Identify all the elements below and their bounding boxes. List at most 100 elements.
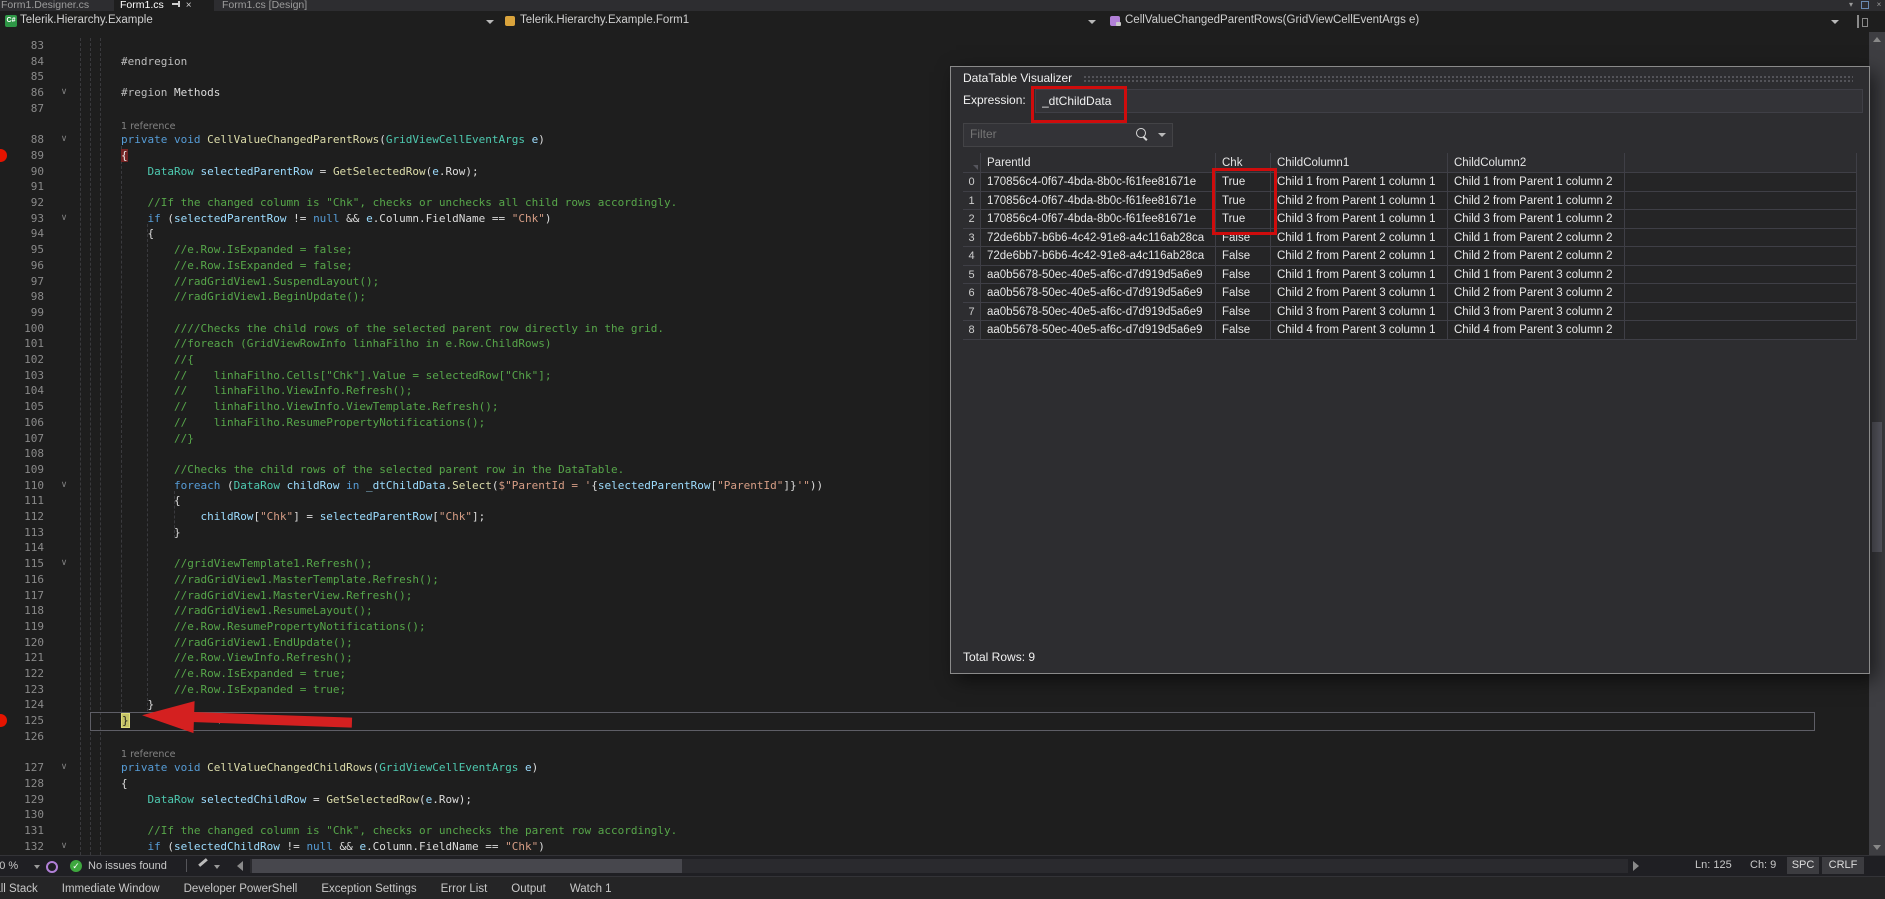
code-line[interactable]: 130 (0, 807, 1869, 823)
panel-tab[interactable]: Error List (441, 883, 488, 895)
grid-row[interactable]: 0170856c4-0f67-4bda-8b0c-f61fee81671eTru… (963, 173, 1857, 192)
panel-tab[interactable]: Exception Settings (321, 883, 416, 895)
grid-header-cell[interactable] (1625, 153, 1857, 173)
grid-cell[interactable] (1625, 210, 1857, 229)
code-health-icon[interactable] (46, 861, 58, 873)
scroll-down-icon[interactable] (1873, 845, 1881, 850)
grid-cell[interactable]: 72de6bb7-b6b6-4c42-91e8-a4c116ab28ca (981, 229, 1216, 248)
grid-header-cell[interactable]: ChildColumn1 (1271, 153, 1448, 173)
grid-cell[interactable]: 7 (963, 303, 981, 322)
grid-row[interactable]: 6aa0b5678-50ec-40e5-af6c-d7d919d5a6e9Fal… (963, 284, 1857, 303)
search-icon[interactable] (1136, 128, 1146, 138)
grid-cell[interactable]: aa0b5678-50ec-40e5-af6c-d7d919d5a6e9 (981, 284, 1216, 303)
code-line[interactable]: 127∨ private void CellValueChangedChildR… (0, 760, 1869, 776)
grid-cell[interactable]: 170856c4-0f67-4bda-8b0c-f61fee81671e (981, 210, 1216, 229)
grid-header-cell[interactable]: ChildColumn2 (1448, 153, 1625, 173)
grid-cell[interactable] (1625, 247, 1857, 266)
grid-cell[interactable]: 8 (963, 321, 981, 340)
grid-cell[interactable]: Child 3 from Parent 3 column 1 (1271, 303, 1448, 322)
grid-cell[interactable]: aa0b5678-50ec-40e5-af6c-d7d919d5a6e9 (981, 321, 1216, 340)
grid-cell[interactable]: Child 1 from Parent 1 column 1 (1271, 173, 1448, 192)
scroll-right-icon[interactable] (1633, 861, 1639, 871)
grid-row[interactable]: 1170856c4-0f67-4bda-8b0c-f61fee81671eTru… (963, 192, 1857, 211)
scrollbar-thumb[interactable] (1872, 422, 1882, 552)
status-line-number[interactable]: Ln: 125 (1695, 859, 1732, 871)
expression-input[interactable] (1035, 89, 1863, 113)
code-line[interactable]: 129 DataRow selectedChildRow = GetSelect… (0, 792, 1869, 808)
code-line[interactable]: 132∨ if (selectedChildRow != null && e.C… (0, 839, 1869, 855)
grid-cell[interactable]: 72de6bb7-b6b6-4c42-91e8-a4c116ab28ca (981, 247, 1216, 266)
grid-row[interactable]: 372de6bb7-b6b6-4c42-91e8-a4c116ab28caFal… (963, 229, 1857, 248)
grid-cell[interactable]: Child 2 from Parent 1 column 2 (1448, 192, 1625, 211)
editor-vertical-scrollbar[interactable] (1869, 32, 1885, 855)
close-icon[interactable]: × (1875, 1, 1883, 9)
panel-tab[interactable]: Call Stack (0, 883, 38, 895)
chevron-down-icon[interactable] (214, 865, 220, 869)
grid-cell[interactable]: Child 1 from Parent 2 column 2 (1448, 229, 1625, 248)
grid-cell[interactable]: 2 (963, 210, 981, 229)
grid-cell[interactable] (1625, 229, 1857, 248)
grid-cell[interactable]: Child 2 from Parent 3 column 1 (1271, 284, 1448, 303)
grid-cell[interactable]: 0 (963, 173, 981, 192)
grid-header-cell[interactable]: ParentId (981, 153, 1216, 173)
code-line[interactable]: 128 { (0, 776, 1869, 792)
grid-cell[interactable]: Child 1 from Parent 1 column 2 (1448, 173, 1625, 192)
grid-cell[interactable]: False (1216, 266, 1271, 285)
grid-cell[interactable]: 4 (963, 247, 981, 266)
scrollbar-thumb[interactable] (252, 859, 682, 873)
grid-row[interactable]: 7aa0b5678-50ec-40e5-af6c-d7d919d5a6e9Fal… (963, 303, 1857, 322)
chevron-down-icon[interactable] (1158, 133, 1166, 137)
grid-cell[interactable]: Child 3 from Parent 1 column 2 (1448, 210, 1625, 229)
scroll-left-icon[interactable] (237, 861, 243, 871)
type-dropdown[interactable]: Telerik.Hierarchy.Example.Form1 (500, 11, 1105, 32)
grid-cell[interactable]: Child 2 from Parent 2 column 2 (1448, 247, 1625, 266)
grid-cell[interactable]: 170856c4-0f67-4bda-8b0c-f61fee81671e (981, 192, 1216, 211)
grid-cell[interactable] (1625, 321, 1857, 340)
grid-cell[interactable]: False (1216, 303, 1271, 322)
codelens-row[interactable]: 1 reference (0, 745, 1869, 761)
code-line[interactable]: 131 //If the changed column is "Chk", ch… (0, 823, 1869, 839)
grid-cell[interactable]: 6 (963, 284, 981, 303)
data-grid[interactable]: ParentIdChkChildColumn1ChildColumn201708… (963, 153, 1857, 425)
grid-cell[interactable]: Child 2 from Parent 2 column 1 (1271, 247, 1448, 266)
code-cleanup-icon[interactable] (198, 858, 208, 867)
grid-cell[interactable]: False (1216, 247, 1271, 266)
grid-cell[interactable]: False (1216, 284, 1271, 303)
filter-input[interactable] (964, 124, 1136, 144)
document-tab[interactable]: Form1.Designer.cs (0, 0, 112, 11)
grid-header-cell[interactable] (963, 153, 981, 173)
status-line-ending-toggle[interactable]: CRLF (1822, 857, 1864, 874)
grid-cell[interactable]: aa0b5678-50ec-40e5-af6c-d7d919d5a6e9 (981, 266, 1216, 285)
document-tab[interactable]: Form1.cs× (114, 0, 214, 11)
pin-icon[interactable] (172, 0, 180, 8)
project-dropdown[interactable]: C# Telerik.Hierarchy.Example (0, 11, 500, 32)
grid-cell[interactable]: False (1216, 321, 1271, 340)
grid-cell[interactable]: Child 3 from Parent 3 column 2 (1448, 303, 1625, 322)
grid-row[interactable]: 5aa0b5678-50ec-40e5-af6c-d7d919d5a6e9Fal… (963, 266, 1857, 285)
grid-cell[interactable] (1625, 173, 1857, 192)
panel-tab[interactable]: Watch 1 (570, 883, 612, 895)
grid-cell[interactable]: Child 2 from Parent 3 column 2 (1448, 284, 1625, 303)
titlebar-drag-texture[interactable] (1083, 75, 1853, 83)
grid-cell[interactable]: Child 3 from Parent 1 column 1 (1271, 210, 1448, 229)
grid-row[interactable]: 472de6bb7-b6b6-4c42-91e8-a4c116ab28caFal… (963, 247, 1857, 266)
chevron-down-icon[interactable] (34, 865, 40, 869)
grid-cell[interactable] (1625, 192, 1857, 211)
zoom-control[interactable]: 100 % (0, 859, 30, 873)
chevron-down-icon[interactable]: ▾ (1847, 1, 1855, 9)
grid-row[interactable]: 2170856c4-0f67-4bda-8b0c-f61fee81671eTru… (963, 210, 1857, 229)
grid-cell[interactable] (1625, 266, 1857, 285)
grid-cell[interactable]: aa0b5678-50ec-40e5-af6c-d7d919d5a6e9 (981, 303, 1216, 322)
issues-status[interactable]: No issues found (88, 859, 167, 873)
code-line[interactable]: 123 //e.Row.IsExpanded = true; (0, 682, 1869, 698)
panel-tab[interactable]: Immediate Window (62, 883, 160, 895)
grid-cell[interactable]: Child 1 from Parent 3 column 1 (1271, 266, 1448, 285)
document-tab[interactable]: Form1.cs [Design] (216, 0, 334, 11)
grid-cell[interactable]: 3 (963, 229, 981, 248)
code-line[interactable]: 83 (0, 38, 1869, 54)
split-window-handle[interactable] (1855, 15, 1867, 28)
status-spaces-toggle[interactable]: SPC (1787, 857, 1819, 874)
grid-cell[interactable]: Child 2 from Parent 1 column 1 (1271, 192, 1448, 211)
grid-cell[interactable]: Child 4 from Parent 3 column 2 (1448, 321, 1625, 340)
window-list-icon[interactable] (1861, 1, 1869, 9)
